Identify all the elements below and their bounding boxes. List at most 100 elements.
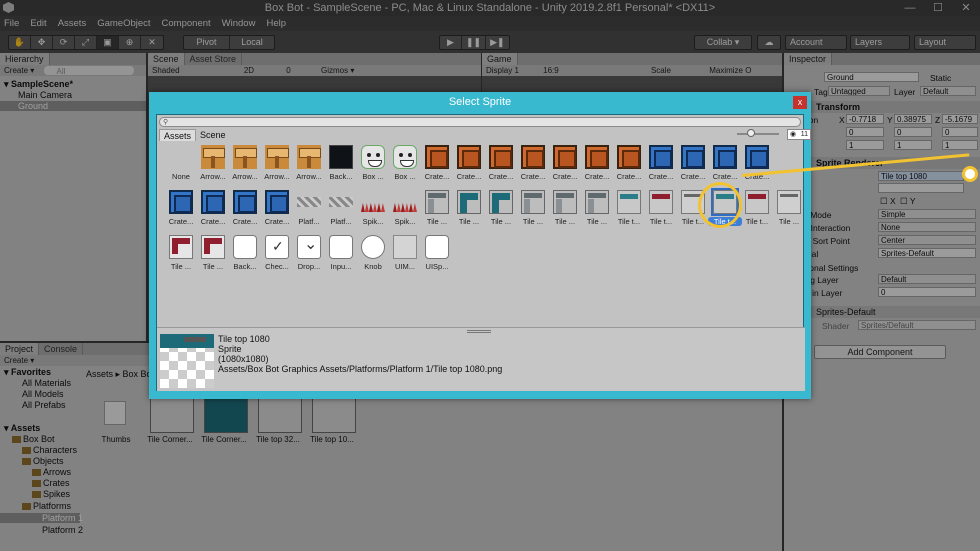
- sprite-item[interactable]: Crate...: [646, 145, 676, 185]
- sprite-thumbnail: [585, 145, 609, 169]
- sprite-label: Back...: [329, 172, 353, 181]
- select-sprite-dialog: Select Sprite x ⚲ Assets Scene ◉ 11 None…: [149, 92, 811, 399]
- sprite-item[interactable]: Platf...: [294, 190, 324, 230]
- tab-scene-objects[interactable]: Scene: [196, 129, 230, 141]
- sprite-label: Tile ...: [522, 217, 544, 226]
- sprite-thumbnail: [361, 235, 385, 259]
- tab-assets[interactable]: Assets: [159, 129, 197, 141]
- sprite-item[interactable]: Crate...: [422, 145, 452, 185]
- sprite-item[interactable]: Crate...: [166, 190, 196, 230]
- sprite-label: Crate...: [680, 172, 706, 181]
- sprite-item[interactable]: Tile ...: [774, 190, 804, 230]
- sprite-label: Knob: [364, 262, 382, 271]
- sprite-label: Crate...: [232, 217, 258, 226]
- sprite-item[interactable]: Crate...: [198, 190, 228, 230]
- dialog-close-button[interactable]: x: [793, 96, 807, 109]
- sprite-thumbnail: [169, 235, 193, 259]
- sprite-item[interactable]: Crate...: [486, 145, 516, 185]
- sprite-item[interactable]: Crate...: [742, 145, 772, 185]
- sprite-thumbnail: [201, 190, 225, 214]
- sprite-thumbnail: [457, 145, 481, 169]
- sprite-thumbnail: [201, 145, 225, 169]
- eye-slash-icon: ◉: [790, 131, 797, 138]
- sprite-label: Tile ...: [778, 217, 800, 226]
- sprite-item[interactable]: Crate...: [710, 145, 740, 185]
- sprite-label: Crate...: [424, 172, 450, 181]
- sprite-item[interactable]: Spik...: [358, 190, 388, 230]
- sprite-item[interactable]: Back...: [326, 145, 356, 185]
- sprite-thumbnail: [553, 190, 577, 214]
- sprite-item[interactable]: Platf...: [326, 190, 356, 230]
- sprite-item[interactable]: Crate...: [454, 145, 484, 185]
- sprite-thumbnail: [745, 145, 769, 169]
- sprite-search-input[interactable]: ⚲: [159, 117, 801, 127]
- sprite-item[interactable]: Crate...: [230, 190, 260, 230]
- sprite-thumbnail: [201, 235, 225, 259]
- sprite-item[interactable]: Chec...: [262, 235, 292, 275]
- sprite-label: Tile ...: [202, 262, 224, 271]
- sprite-label: Crate...: [616, 172, 642, 181]
- sprite-thumbnail: [457, 190, 481, 214]
- sprite-item[interactable]: Drop...: [294, 234, 324, 275]
- sprite-label: Back...: [233, 262, 257, 271]
- sprite-label: Box ...: [362, 172, 384, 181]
- sprite-thumbnail: [745, 190, 769, 214]
- sprite-item[interactable]: Arrow...: [262, 145, 292, 185]
- sprite-item[interactable]: Tile ...: [166, 235, 196, 275]
- sprite-item[interactable]: Tile ...: [582, 190, 612, 230]
- sprite-item[interactable]: UIM...: [390, 235, 420, 275]
- preview-resize-handle[interactable]: [467, 330, 491, 333]
- sprite-item[interactable]: Arrow...: [294, 145, 324, 185]
- hidden-packages-toggle[interactable]: ◉ 11: [787, 129, 811, 140]
- sprite-item[interactable]: Knob: [358, 235, 388, 275]
- sprite-item[interactable]: Tile ...: [198, 235, 228, 275]
- sprite-item[interactable]: Crate...: [518, 145, 548, 185]
- sprite-item[interactable]: Crate...: [614, 145, 644, 185]
- sprite-label: Tile ...: [586, 217, 608, 226]
- sprite-label: Crate...: [552, 172, 578, 181]
- sprite-item[interactable]: Tile ...: [550, 190, 580, 230]
- sprite-label: Tile t...: [745, 217, 769, 226]
- sprite-label: Arrow...: [264, 172, 290, 181]
- sprite-thumbnail: [297, 234, 321, 259]
- sprite-item[interactable]: UISp...: [422, 235, 452, 275]
- sprite-label: Arrow...: [232, 172, 258, 181]
- sprite-item[interactable]: Crate...: [678, 145, 708, 185]
- sprite-thumbnail: [393, 190, 417, 214]
- sprite-item[interactable]: None: [166, 145, 196, 185]
- sprite-thumbnail: [233, 190, 257, 214]
- sprite-thumbnail: [521, 145, 545, 169]
- sprite-thumbnail: [233, 145, 257, 169]
- sprite-thumbnail: [265, 235, 289, 259]
- thumbnail-zoom-slider[interactable]: [737, 133, 779, 135]
- sprite-item[interactable]: Inpu...: [326, 235, 356, 275]
- sprite-item[interactable]: Tile t...: [646, 190, 676, 230]
- sprite-item[interactable]: Crate...: [262, 190, 292, 230]
- sprite-thumbnail: [265, 190, 289, 214]
- sprite-item[interactable]: Crate...: [550, 145, 580, 185]
- sprite-label: Tile t...: [617, 217, 641, 226]
- sprite-label: Crate...: [264, 217, 290, 226]
- sprite-item[interactable]: Crate...: [582, 145, 612, 185]
- sprite-label: None: [172, 172, 190, 181]
- sprite-item[interactable]: Back...: [230, 235, 260, 275]
- sprite-item[interactable]: Tile ...: [518, 190, 548, 230]
- sprite-item[interactable]: Box ...: [358, 145, 388, 185]
- sprite-item[interactable]: Tile ...: [422, 190, 452, 230]
- sprite-item[interactable]: Tile ...: [454, 190, 484, 230]
- sprite-label: Crate...: [168, 217, 194, 226]
- sprite-label: Spik...: [362, 217, 384, 226]
- sprite-item[interactable]: Arrow...: [230, 145, 260, 185]
- sprite-item[interactable]: Box ...: [390, 145, 420, 185]
- sprite-item[interactable]: Tile t...: [742, 190, 772, 230]
- sprite-item[interactable]: Tile t...: [614, 190, 644, 230]
- sprite-item[interactable]: Spik...: [390, 190, 420, 230]
- sprite-item[interactable]: Arrow...: [198, 145, 228, 185]
- sprite-label: Tile ...: [554, 217, 576, 226]
- sprite-item[interactable]: Tile ...: [486, 190, 516, 230]
- callout-dot: [962, 166, 978, 182]
- sprite-thumbnail: [489, 145, 513, 169]
- zoom-slider-knob[interactable]: [747, 129, 755, 137]
- sprite-thumbnail: [393, 145, 417, 169]
- preview-type: Sprite: [218, 344, 242, 354]
